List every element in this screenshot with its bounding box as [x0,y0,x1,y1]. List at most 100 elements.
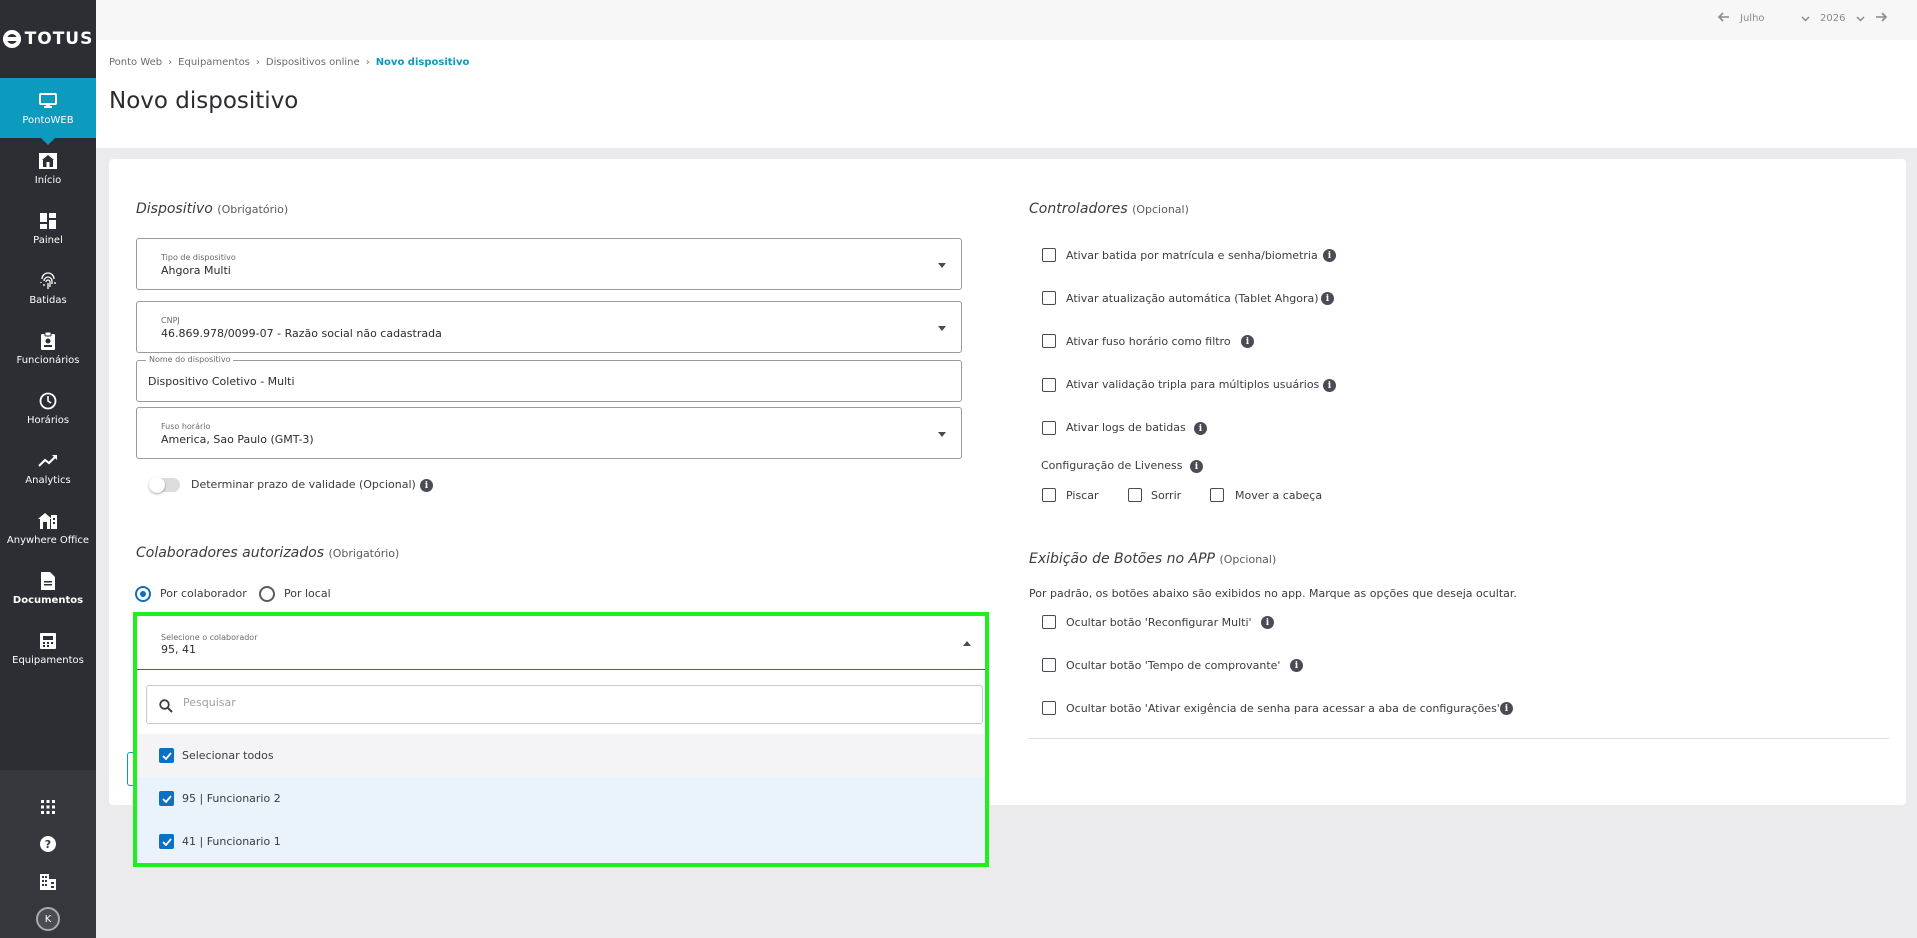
radio-label: Por colaborador [160,587,247,600]
checkbox-mover-cabeca[interactable] [1210,488,1224,502]
previous-period-icon[interactable] [1717,12,1730,25]
checkbox-fuso-filtro[interactable] [1042,334,1056,348]
info-icon[interactable]: i [1194,422,1207,435]
section-dispositivo: Dispositivo (Obrigatório) [136,201,288,217]
info-icon[interactable]: i [1290,659,1303,672]
chevron-right-icon: › [255,57,260,68]
option-select-all[interactable]: Selecionar todos [137,734,985,777]
collaborator-multiselect[interactable]: Selecione o colaborador 95, 41 Seleciona… [133,612,989,867]
period-selector: Julho 2026 [1717,12,1888,25]
company-icon[interactable] [40,863,56,901]
info-icon[interactable]: i [1190,460,1203,473]
sidebar-item-batidas[interactable]: Batidas [0,258,96,318]
sidebar-item-label: Equipamentos [12,654,84,666]
avatar: K [36,907,60,932]
radio-por-colaborador[interactable] [135,586,151,602]
sidebar-item-equipamentos[interactable]: Equipamentos [0,618,96,678]
breadcrumb-item[interactable]: Equipamentos [178,57,250,68]
info-icon[interactable]: i [1321,292,1334,305]
month-select[interactable]: Julho [1740,13,1810,24]
cnpj-select[interactable]: CNPJ 46.869.978/0099-07 - Razão social n… [136,301,962,353]
option-label: 95 | Funcionario 2 [182,792,281,805]
sidebar-item-pontoweb[interactable]: PontoWEB [0,78,96,145]
page-title: Novo dispositivo [109,88,299,114]
checkbox-atualizacao-automatica[interactable] [1042,291,1056,305]
top-bar: Julho 2026 [96,0,1917,40]
liveness-label: Configuração de Liveness [1041,459,1183,472]
breadcrumb-item[interactable]: Dispositivos online [266,57,360,68]
chevron-down-icon [1856,15,1865,22]
checkbox-ocultar-reconfigurar[interactable] [1042,615,1056,629]
radio-por-local[interactable] [259,586,275,602]
info-icon[interactable]: i [1323,379,1336,392]
option-funcionario-1[interactable]: 41 | Funcionario 1 [137,820,985,863]
sidebar-item-label: Analytics [25,474,71,486]
section-optional: (Obrigatório) [328,547,400,560]
field-label: CNPJ [161,316,180,325]
breadcrumb-current: Novo dispositivo [375,57,470,68]
checkbox-label: Mover a cabeça [1235,489,1323,502]
year-select[interactable]: 2026 [1820,13,1865,24]
device-name-field[interactable]: Nome do dispositivo Dispositivo Coletivo… [136,355,962,402]
collaborator-select-header[interactable]: Selecione o colaborador 95, 41 [137,616,985,670]
month-value: Julho [1740,13,1765,24]
sidebar-item-documentos[interactable]: Documentos [0,558,96,618]
validity-label: Determinar prazo de validade (Opcional) [191,478,416,491]
sidebar-item-label: Início [34,174,62,186]
checkbox-checked-icon [159,791,174,806]
info-icon[interactable]: i [1261,616,1274,629]
timezone-select[interactable]: Fuso horário America, Sao Paulo (GMT-3) [136,407,962,459]
section-optional: (Obrigatório) [217,203,289,216]
info-icon[interactable]: i [1323,249,1336,262]
sidebar-item-analytics[interactable]: Analytics [0,438,96,498]
apps-grid-icon[interactable] [41,788,55,826]
section-divider [1029,738,1889,739]
sidebar-item-painel[interactable]: Painel [0,198,96,258]
option-funcionario-2[interactable]: 95 | Funcionario 2 [137,777,985,820]
info-icon[interactable]: i [420,479,433,492]
chevron-down-icon [1801,15,1810,22]
year-value: 2026 [1820,13,1846,24]
sidebar-item-label: Documentos [12,594,84,606]
checkbox-label: Ativar batida por matrícula e senha/biom… [1066,249,1318,262]
sidebar-item-anywhere-office[interactable]: Anywhere Office [0,498,96,558]
search-input[interactable] [183,696,963,709]
totus-logo-mark [2,30,21,48]
section-title: Dispositivo [136,201,213,217]
checkbox-ocultar-comprovante[interactable] [1042,658,1056,672]
checkbox-validacao-tripla[interactable] [1042,378,1056,392]
checkbox-checked-icon [159,834,174,849]
field-value: Ahgora Multi [161,264,231,277]
field-value: 95, 41 [161,643,196,656]
next-period-icon[interactable] [1875,12,1888,25]
sidebar-item-inicio[interactable]: Início [0,138,96,198]
search-icon [159,698,173,717]
section-optional: (Opcional) [1132,203,1189,216]
info-icon[interactable]: i [1500,702,1513,715]
sidebar-item-funcionarios[interactable]: Funcionários [0,318,96,378]
toggle-knob [149,477,165,493]
sidebar-bottom: ? K [0,770,96,938]
sidebar-item-horarios[interactable]: Horários [0,378,96,438]
user-avatar[interactable]: K [36,901,60,938]
checkbox-logs-batidas[interactable] [1042,421,1056,435]
sidebar-item-label: PontoWEB [22,114,74,126]
home-icon [38,151,58,171]
help-icon[interactable]: ? [40,826,56,864]
field-label: Fuso horário [161,422,211,431]
checkbox-ocultar-senha[interactable] [1042,701,1056,715]
sidebar-item-label: Batidas [29,294,67,306]
checkbox-piscar[interactable] [1042,488,1056,502]
caret-down-icon [938,432,946,437]
info-icon[interactable]: i [1241,335,1254,348]
clock-icon [38,391,58,411]
validity-toggle[interactable] [149,477,180,493]
totus-logo[interactable]: TOTUS [0,0,96,78]
checkbox-batida-matricula[interactable] [1042,248,1056,262]
device-type-select[interactable]: Tipo de dispositivo Ahgora Multi [136,238,962,290]
checkbox-sorrir[interactable] [1128,488,1142,502]
page-header: Ponto Web › Equipamentos › Dispositivos … [96,40,1917,148]
breadcrumb-item[interactable]: Ponto Web [109,57,162,68]
checkbox-label: Sorrir [1151,489,1182,502]
field-value: Dispositivo Coletivo - Multi [148,375,295,388]
